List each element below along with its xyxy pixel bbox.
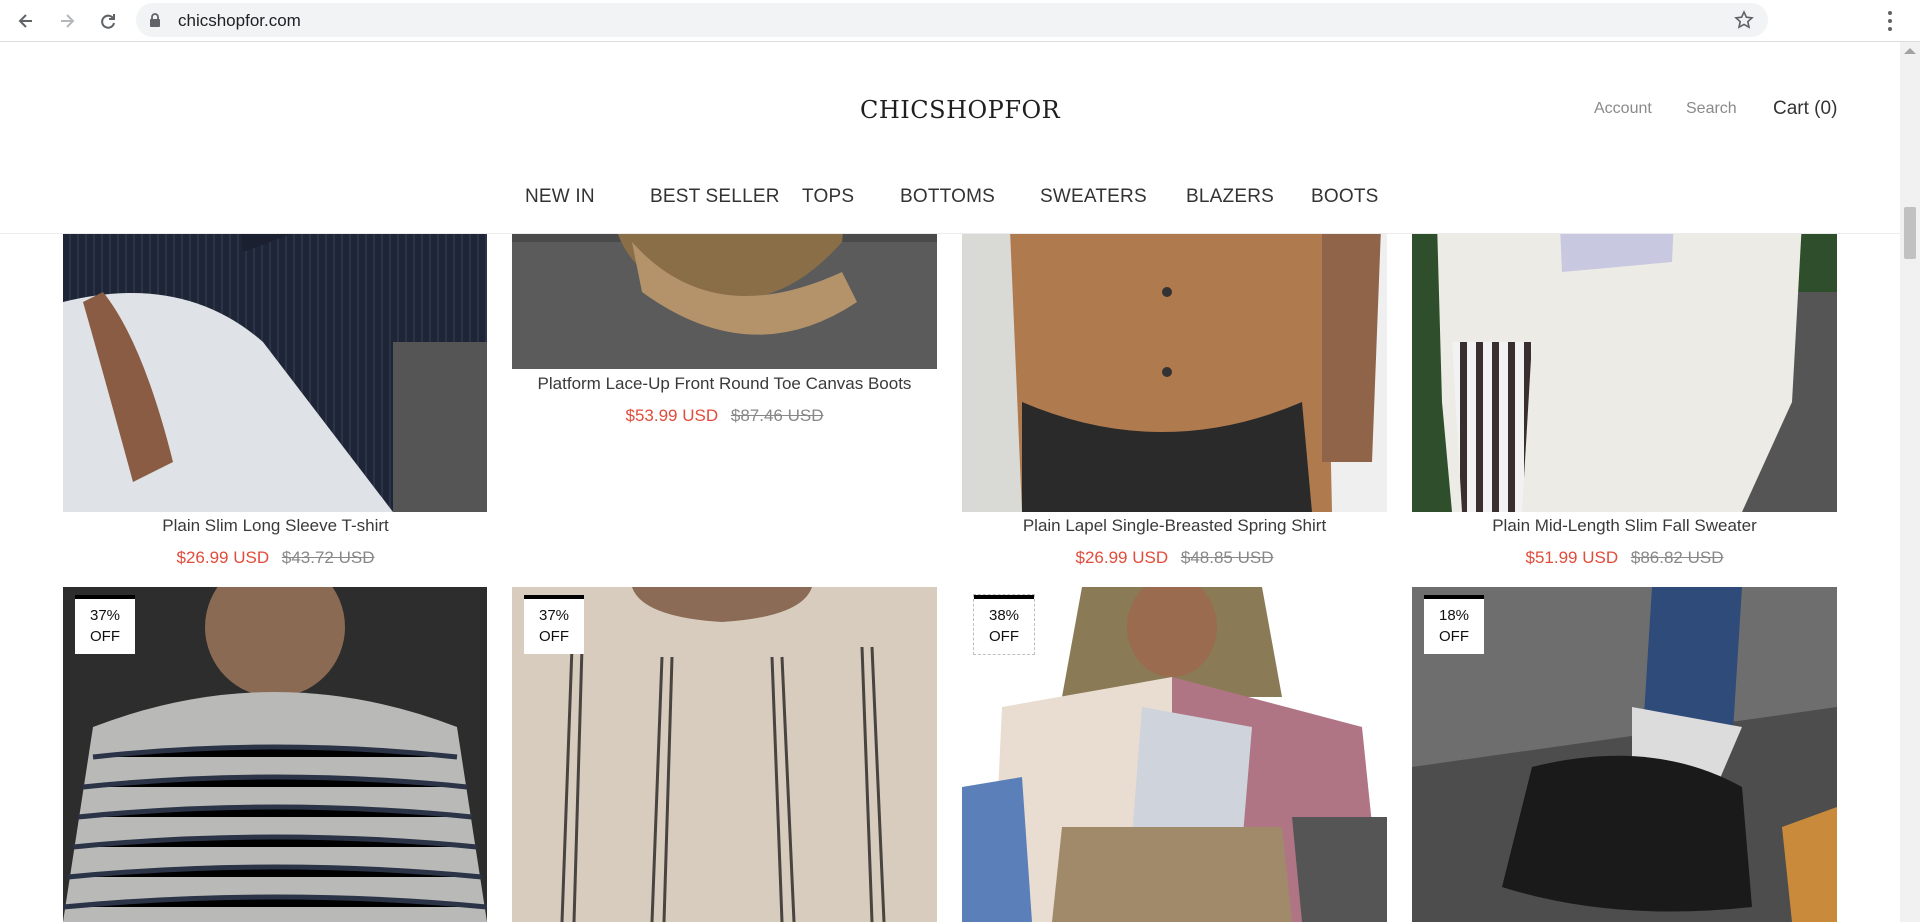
- compare-price: $43.72 USD: [281, 548, 375, 567]
- back-arrow-icon: [18, 14, 32, 28]
- compare-price: $86.82 USD: [1630, 548, 1724, 567]
- discount-badge: 18% OFF: [1424, 595, 1484, 654]
- sale-price: $26.99 USD: [1075, 548, 1169, 567]
- discount-off: OFF: [539, 628, 569, 645]
- page-scrollbar[interactable]: [1900, 42, 1920, 922]
- back-button[interactable]: [12, 7, 40, 35]
- scrollbar-thumb[interactable]: [1904, 207, 1916, 259]
- address-bar[interactable]: chicshopfor.com: [136, 3, 1768, 37]
- product-price: $26.99 USD $43.72 USD: [63, 548, 488, 568]
- discount-percent: 37%: [538, 607, 570, 624]
- sale-price: $53.99 USD: [625, 406, 719, 425]
- discount-badge: 38% OFF: [973, 594, 1035, 655]
- product-image[interactable]: 38% OFF: [962, 587, 1387, 922]
- cart-link[interactable]: Cart (0): [1773, 98, 1837, 120]
- product-title[interactable]: Plain Mid-Length Slim Fall Sweater: [1412, 516, 1837, 536]
- nav-item-new-in[interactable]: NEW IN: [525, 186, 595, 208]
- discount-off: OFF: [90, 628, 120, 645]
- compare-price: $87.46 USD: [730, 406, 824, 425]
- nav-item-bottoms[interactable]: BOTTOMS: [900, 186, 995, 208]
- product-price: $26.99 USD $48.85 USD: [962, 548, 1387, 568]
- search-link[interactable]: Search: [1686, 100, 1737, 118]
- url-text: chicshopfor.com: [178, 11, 301, 30]
- forward-arrow-icon: [61, 14, 75, 28]
- bookmark-star-icon[interactable]: [1734, 10, 1754, 30]
- product-image[interactable]: 18% OFF: [1412, 587, 1837, 922]
- product-title[interactable]: Plain Slim Long Sleeve T-shirt: [63, 516, 488, 536]
- discount-off: OFF: [1439, 628, 1469, 645]
- product-title[interactable]: Plain Lapel Single-Breasted Spring Shirt: [962, 516, 1387, 536]
- product-title[interactable]: Platform Lace-Up Front Round Toe Canvas …: [512, 374, 937, 394]
- store-logo[interactable]: CHICSHOPFOR: [860, 96, 1060, 124]
- discount-percent: 18%: [1438, 607, 1470, 624]
- forward-button[interactable]: [53, 7, 81, 35]
- discount-badge: 37% OFF: [524, 595, 584, 654]
- page-viewport: Plain Slim Long Sleeve T-shirt $26.99 US…: [0, 42, 1920, 922]
- sale-price: $26.99 USD: [176, 548, 270, 567]
- nav-item-best-seller[interactable]: BEST SELLER: [650, 186, 780, 208]
- nav-item-blazers[interactable]: BLAZERS: [1186, 186, 1274, 208]
- product-price: $53.99 USD $87.46 USD: [512, 406, 937, 426]
- browser-toolbar: chicshopfor.com: [0, 0, 1920, 42]
- compare-price: $48.85 USD: [1180, 548, 1274, 567]
- discount-percent: 38%: [988, 607, 1020, 624]
- nav-item-tops[interactable]: TOPS: [802, 186, 854, 208]
- discount-percent: 37%: [89, 607, 121, 624]
- discount-badge: 37% OFF: [75, 595, 135, 654]
- reload-icon: [101, 14, 115, 29]
- product-image[interactable]: 37% OFF: [63, 587, 487, 922]
- reload-button[interactable]: [94, 7, 122, 35]
- sale-price: $51.99 USD: [1525, 548, 1619, 567]
- site-header: CHICSHOPFOR Account Search Cart (0) NEW …: [0, 42, 1900, 234]
- nav-item-sweaters[interactable]: SWEATERS: [1040, 186, 1147, 208]
- scroll-up-arrow-icon[interactable]: [1904, 48, 1916, 54]
- product-price: $51.99 USD $86.82 USD: [1412, 548, 1837, 568]
- nav-item-boots[interactable]: BOOTS: [1311, 186, 1379, 208]
- product-image[interactable]: 37% OFF: [512, 587, 937, 922]
- lock-icon: [150, 13, 160, 27]
- browser-menu-icon[interactable]: [1880, 8, 1900, 34]
- account-link[interactable]: Account: [1594, 100, 1652, 118]
- main-navigation: NEW IN BEST SELLER TOPS BOTTOMS SWEATERS…: [0, 186, 1900, 216]
- discount-off: OFF: [989, 628, 1019, 645]
